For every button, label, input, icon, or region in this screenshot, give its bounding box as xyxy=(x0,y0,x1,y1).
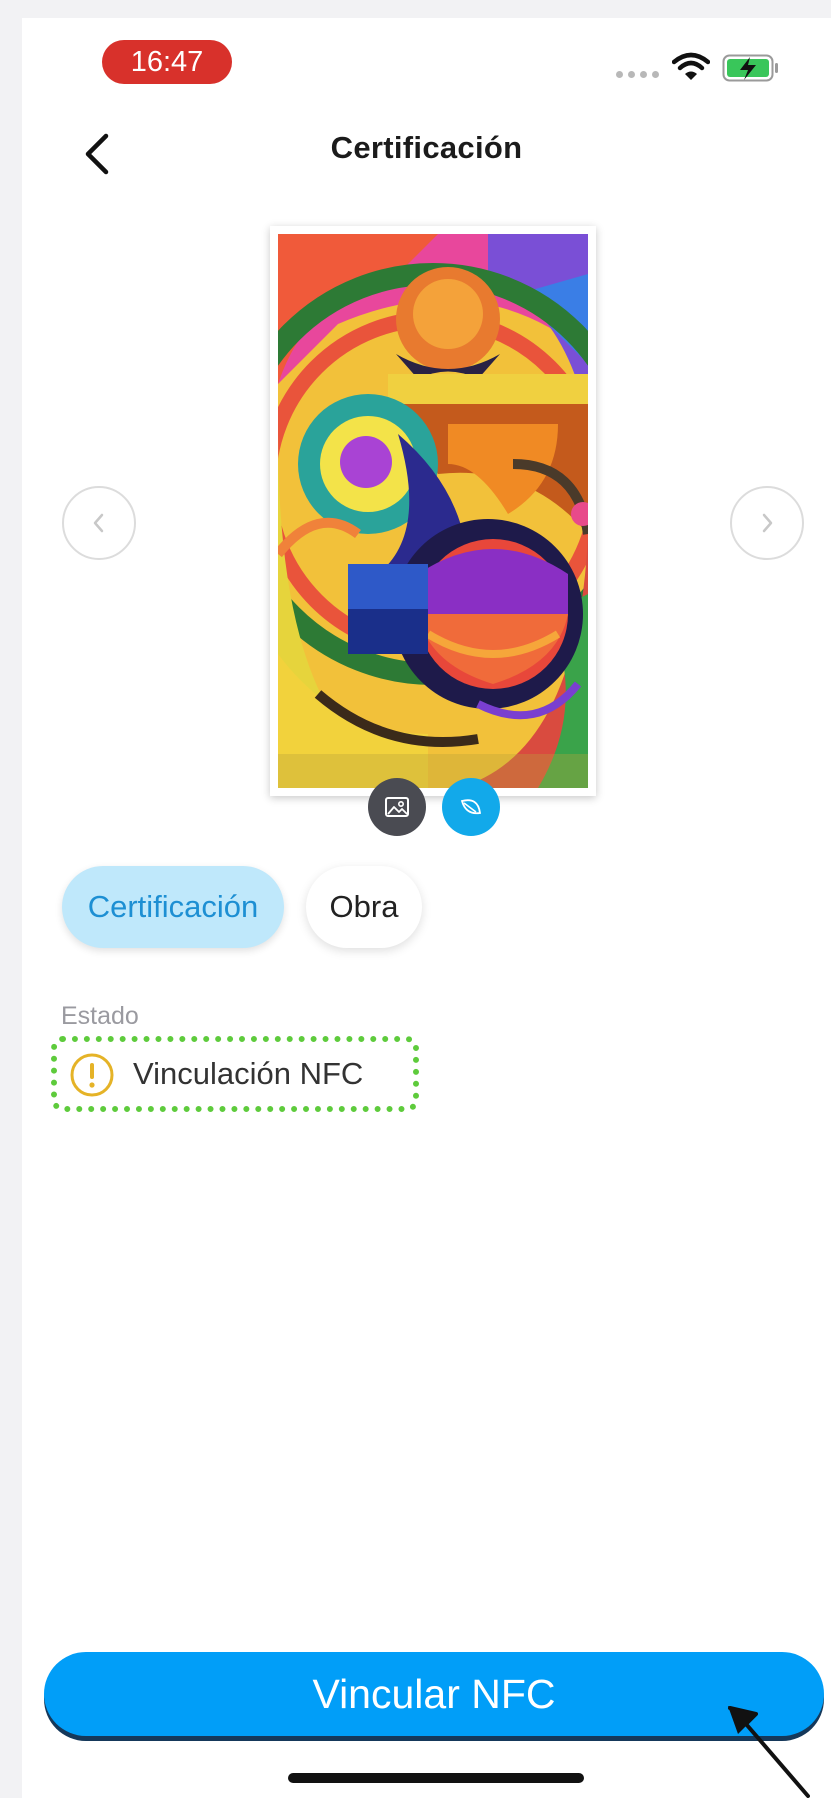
tab-certificacion[interactable]: Certificación xyxy=(62,866,284,948)
status-item-label: Vinculación NFC xyxy=(133,1056,364,1091)
page: 16:47 Certificación Certificación Obra E… xyxy=(0,0,831,1798)
status-time: 16:47 xyxy=(102,40,232,84)
view-image-button[interactable] xyxy=(368,778,426,836)
chevron-left-icon xyxy=(93,513,104,533)
carousel-prev-button[interactable] xyxy=(62,486,136,560)
battery-charging-icon xyxy=(722,54,778,82)
leaf-icon xyxy=(460,799,482,815)
image-icon xyxy=(385,797,409,817)
warning-icon xyxy=(70,1053,114,1097)
tab-obra[interactable]: Obra xyxy=(306,866,422,948)
nfc-binding-status-item[interactable]: Vinculación NFC xyxy=(51,1036,419,1112)
artwork-image[interactable] xyxy=(270,226,596,796)
link-nfc-button[interactable]: Vincular NFC xyxy=(44,1652,824,1736)
signal-icon xyxy=(616,71,662,79)
chevron-right-icon xyxy=(762,513,773,533)
view-leaf-button[interactable] xyxy=(442,778,500,836)
pointer-arrow-icon xyxy=(728,1706,810,1798)
wifi-icon xyxy=(672,52,710,80)
phone-screen: 16:47 Certificación Certificación Obra E… xyxy=(22,18,831,1798)
artwork-painting xyxy=(278,234,588,788)
home-indicator xyxy=(288,1773,584,1783)
status-section-label: Estado xyxy=(61,1002,139,1030)
carousel-next-button[interactable] xyxy=(730,486,804,560)
page-title: Certificación xyxy=(330,130,523,165)
